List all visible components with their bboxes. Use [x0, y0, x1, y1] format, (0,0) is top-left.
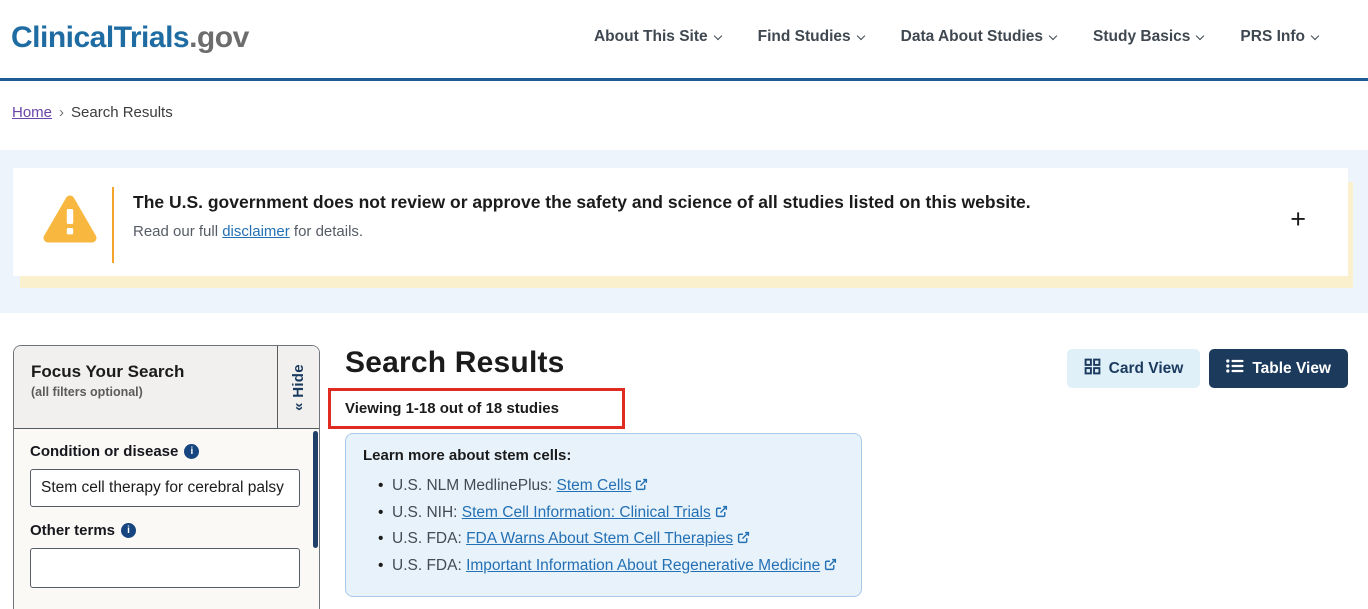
chevron-down-icon: [713, 31, 721, 39]
breadcrumb: Home › Search Results: [0, 81, 1368, 150]
grid-view-icon: [1084, 358, 1101, 380]
nav-item-prs-info[interactable]: PRS Info: [1240, 28, 1318, 46]
info-icon[interactable]: i: [184, 444, 199, 459]
collapse-left-icon: «: [290, 402, 307, 411]
sidebar-subtitle: (all filters optional): [31, 385, 277, 399]
chevron-down-icon: [1311, 31, 1319, 39]
card-view-label: Card View: [1109, 360, 1184, 378]
alert-subtext-prefix: Read our full: [133, 223, 222, 240]
page-title: Search Results: [345, 346, 565, 380]
external-link-icon: [715, 505, 728, 522]
disclaimer-link[interactable]: disclaimer: [222, 223, 290, 240]
focus-your-search-panel: Focus Your Search (all filters optional)…: [13, 345, 320, 609]
site-header: ClinicalTrials.gov About This Site Find …: [0, 0, 1368, 81]
stem-cells-link[interactable]: Stem Cells: [557, 477, 632, 494]
chevron-down-icon: [856, 31, 864, 39]
info-icon[interactable]: i: [121, 523, 136, 538]
view-toggle: Card View Table View: [1067, 349, 1348, 388]
sidebar-scrollbar-thumb[interactable]: [313, 431, 318, 548]
fda-warns-link[interactable]: FDA Warns About Stem Cell Therapies: [466, 530, 733, 547]
condition-input[interactable]: [30, 469, 300, 507]
card-view-button[interactable]: Card View: [1067, 349, 1201, 388]
sidebar-title: Focus Your Search: [31, 362, 277, 382]
list-item: U.S. NLM MedlinePlus: Stem Cells: [392, 473, 845, 500]
other-terms-field-label: Other termsi: [30, 522, 303, 539]
list-view-icon: [1226, 359, 1244, 378]
hide-filters-button[interactable]: « Hide: [277, 346, 319, 428]
logo-primary: ClinicalTrials: [11, 21, 189, 54]
nav-item-label: Study Basics: [1093, 28, 1190, 45]
learn-more-box: Learn more about stem cells: U.S. NLM Me…: [345, 433, 862, 597]
external-link-icon: [635, 478, 648, 495]
results-count-text: Viewing 1-18 out of 18 studies: [331, 391, 622, 417]
nav-item-about-this-site[interactable]: About This Site: [594, 28, 721, 46]
link-prefix: U.S. NIH:: [392, 504, 462, 521]
warning-triangle-icon: [41, 193, 99, 276]
list-item: U.S. FDA: FDA Warns About Stem Cell Ther…: [392, 526, 845, 553]
main-nav: About This Site Find Studies Data About …: [594, 28, 1318, 46]
nav-item-label: PRS Info: [1240, 28, 1305, 45]
learn-more-list: U.S. NLM MedlinePlus: Stem Cells U.S. NI…: [363, 473, 845, 579]
list-item: U.S. NIH: Stem Cell Information: Clinica…: [392, 500, 845, 527]
table-view-button[interactable]: Table View: [1209, 349, 1348, 388]
stem-cell-information-link[interactable]: Stem Cell Information: Clinical Trials: [462, 504, 711, 521]
alert-subtext-suffix: for details.: [290, 223, 363, 240]
other-terms-input[interactable]: [30, 548, 300, 588]
regenerative-medicine-link[interactable]: Important Information About Regenerative…: [466, 557, 820, 574]
external-link-icon: [737, 531, 750, 548]
sidebar-header: Focus Your Search (all filters optional)…: [14, 346, 319, 429]
table-view-label: Table View: [1252, 360, 1331, 378]
nav-item-find-studies[interactable]: Find Studies: [758, 28, 864, 46]
nav-item-label: About This Site: [594, 28, 708, 45]
condition-field-label: Condition or diseasei: [30, 443, 303, 460]
nav-item-study-basics[interactable]: Study Basics: [1093, 28, 1203, 46]
chevron-down-icon: [1196, 31, 1204, 39]
link-prefix: U.S. FDA:: [392, 557, 466, 574]
external-link-icon: [824, 558, 837, 575]
alert-divider: [112, 187, 114, 263]
breadcrumb-home-link[interactable]: Home: [12, 104, 52, 121]
logo-suffix: .gov: [189, 21, 249, 54]
annotation-highlight-box: Viewing 1-18 out of 18 studies: [328, 388, 625, 429]
link-prefix: U.S. FDA:: [392, 530, 466, 547]
list-item: U.S. FDA: Important Information About Re…: [392, 553, 845, 580]
breadcrumb-separator: ›: [59, 104, 64, 121]
learn-more-title: Learn more about stem cells:: [363, 447, 845, 464]
sidebar-body: Condition or diseasei Other termsi: [14, 429, 319, 588]
alert-subtext: Read our full disclaimer for details.: [133, 223, 1031, 240]
nav-item-data-about-studies[interactable]: Data About Studies: [901, 28, 1056, 46]
breadcrumb-current: Search Results: [71, 104, 173, 121]
alert-section: The U.S. government does not review or a…: [0, 150, 1368, 313]
government-disclaimer-alert: The U.S. government does not review or a…: [13, 168, 1348, 276]
hide-button-label: Hide: [290, 364, 307, 398]
alert-heading: The U.S. government does not review or a…: [133, 192, 1031, 213]
chevron-down-icon: [1049, 31, 1057, 39]
site-logo[interactable]: ClinicalTrials.gov: [11, 21, 249, 55]
nav-item-label: Data About Studies: [901, 28, 1043, 45]
alert-expand-button[interactable]: +: [1290, 206, 1306, 233]
link-prefix: U.S. NLM MedlinePlus:: [392, 477, 557, 494]
main-content: Focus Your Search (all filters optional)…: [0, 313, 1368, 609]
nav-item-label: Find Studies: [758, 28, 851, 45]
